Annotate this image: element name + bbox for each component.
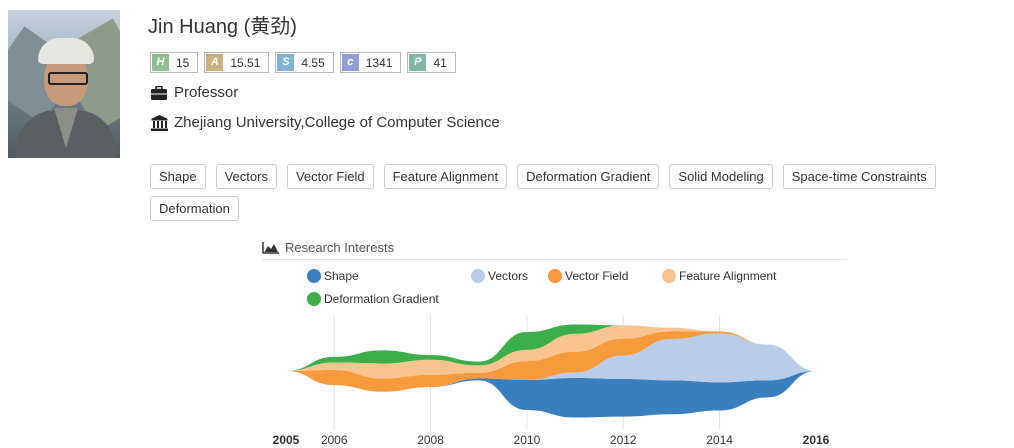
research-streamgraph: 2005 2006 2008 2010 2012 2014 2016 [273, 316, 830, 447]
x-tick-2014: 2014 [706, 433, 733, 447]
x-tick-2006: 2006 [321, 433, 348, 447]
x-tick-2005: 2005 [273, 433, 300, 447]
x-tick-2016: 2016 [803, 433, 830, 447]
x-tick-2012: 2012 [610, 433, 637, 447]
x-tick-2010: 2010 [514, 433, 541, 447]
x-tick-2008: 2008 [417, 433, 444, 447]
